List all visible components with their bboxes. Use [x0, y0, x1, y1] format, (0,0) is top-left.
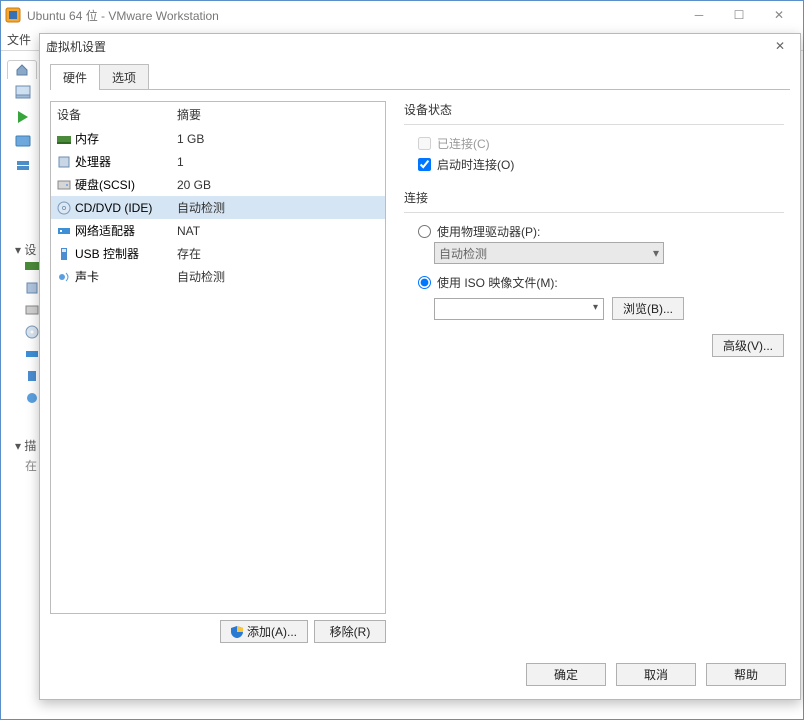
ok-button[interactable]: 确定	[526, 663, 606, 686]
settings-icon[interactable]	[15, 157, 31, 173]
hw-summary: 存在	[177, 245, 201, 262]
nic-icon	[25, 347, 39, 361]
add-hardware-button[interactable]: 添加(A)...	[220, 620, 308, 643]
mem-icon	[25, 259, 39, 273]
left-toolbar	[5, 85, 41, 173]
hw-name: USB 控制器	[75, 245, 139, 262]
connected-checkbox: 已连接(C)	[404, 133, 784, 154]
tab-home[interactable]	[7, 60, 37, 79]
hardware-row[interactable]: 网络适配器 NAT	[51, 219, 385, 242]
cancel-button[interactable]: 取消	[616, 663, 696, 686]
use-physical-radio[interactable]: 使用物理驱动器(P):	[404, 221, 784, 242]
cpu-icon	[57, 155, 71, 169]
hw-summary: 1 GB	[177, 132, 204, 146]
connected-input	[418, 137, 431, 150]
dialog-footer: 确定 取消 帮助	[40, 653, 800, 698]
vm-settings-dialog: 虚拟机设置 ✕ 硬件 选项 设备 摘要 内存 1 GB 处理器 1 硬盘(SCSI) 20…	[39, 33, 801, 700]
use-iso-input[interactable]	[418, 276, 431, 289]
help-button[interactable]: 帮助	[706, 663, 786, 686]
hardware-row[interactable]: 硬盘(SCSI) 20 GB	[51, 173, 385, 196]
device-status-group: 设备状态 已连接(C) 启动时连接(O)	[404, 101, 784, 175]
close-button[interactable]: ✕	[759, 3, 799, 27]
hardware-header: 设备 摘要	[51, 102, 385, 127]
col-summary: 摘要	[177, 106, 201, 123]
connection-group: 连接 使用物理驱动器(P): 自动检测 ▾ 使用 ISO 映像文件(M):	[404, 189, 784, 357]
hardware-pane: 设备 摘要 内存 1 GB 处理器 1 硬盘(SCSI) 20 GB CD/DVD (IDE…	[50, 101, 386, 643]
hdd-icon	[25, 303, 39, 317]
cd-icon	[25, 325, 39, 339]
hardware-row[interactable]: 内存 1 GB	[51, 127, 385, 150]
dialog-tabs: 硬件 选项	[50, 64, 790, 90]
home-icon	[16, 64, 28, 76]
hw-summary: 自动检测	[177, 268, 225, 285]
hardware-row[interactable]: 声卡 自动检测	[51, 265, 385, 288]
use-physical-input[interactable]	[418, 225, 431, 238]
settings-pane: 设备状态 已连接(C) 启动时连接(O) 连接 使用物理驱动器(P):	[398, 101, 790, 643]
dialog-tabline	[50, 89, 790, 90]
memory-icon	[57, 132, 71, 146]
hw-name: 处理器	[75, 153, 111, 170]
hw-summary: NAT	[177, 224, 200, 238]
nic-icon	[57, 224, 71, 238]
chevron-down-icon: ▾	[653, 246, 659, 260]
use-iso-radio[interactable]: 使用 ISO 映像文件(M):	[404, 272, 784, 293]
menu-file[interactable]: 文件	[7, 31, 31, 48]
hardware-row[interactable]: USB 控制器 存在	[51, 242, 385, 265]
play-icon[interactable]	[15, 109, 31, 125]
remove-hardware-button[interactable]: 移除(R)	[314, 620, 386, 643]
hardware-buttons: 添加(A)... 移除(R)	[50, 620, 386, 643]
library-icon[interactable]	[15, 85, 31, 101]
dialog-close-button[interactable]: ✕	[766, 39, 794, 53]
connect-at-poweron-checkbox[interactable]: 启动时连接(O)	[404, 154, 784, 175]
advanced-row: 高级(V)...	[404, 334, 784, 357]
hw-name: 声卡	[75, 268, 99, 285]
usb2-icon	[25, 369, 39, 383]
section-desc: ▾ 描	[15, 437, 36, 454]
iso-path-input[interactable]	[434, 298, 604, 320]
dialog-body: 设备 摘要 内存 1 GB 处理器 1 硬盘(SCSI) 20 GB CD/DVD (IDE…	[40, 91, 800, 653]
browse-button[interactable]: 浏览(B)...	[612, 297, 684, 320]
tab-hardware[interactable]: 硬件	[50, 64, 100, 90]
hw-name: 网络适配器	[75, 222, 135, 239]
dialog-titlebar: 虚拟机设置 ✕	[40, 34, 800, 58]
uac-shield-icon	[231, 626, 243, 638]
dialog-title: 虚拟机设置	[46, 38, 766, 55]
hw-name: 内存	[75, 130, 99, 147]
hardware-list[interactable]: 设备 摘要 内存 1 GB 处理器 1 硬盘(SCSI) 20 GB CD/DVD (IDE…	[50, 101, 386, 614]
hw-name: 硬盘(SCSI)	[75, 176, 135, 193]
hdd-icon	[57, 178, 71, 192]
hardware-row[interactable]: 处理器 1	[51, 150, 385, 173]
col-device: 设备	[57, 106, 177, 123]
sound-icon	[57, 270, 71, 284]
minimize-button[interactable]: ─	[679, 3, 719, 27]
connection-title: 连接	[404, 189, 784, 206]
main-titlebar: Ubuntu 64 位 - VMware Workstation ─ ☐ ✕	[1, 1, 803, 29]
cd-icon	[57, 201, 71, 215]
at-label: 在	[25, 457, 37, 474]
iso-path-wrap	[434, 298, 604, 320]
cpu-icon	[25, 281, 39, 295]
connect-at-poweron-input[interactable]	[418, 158, 431, 171]
snd-icon	[25, 391, 39, 405]
physical-drive-combo: 自动检测 ▾	[434, 242, 664, 264]
device-status-title: 设备状态	[404, 101, 784, 118]
usb-icon	[57, 247, 71, 261]
hardware-row[interactable]: CD/DVD (IDE) 自动检测	[51, 196, 385, 219]
iso-path-row: 浏览(B)...	[434, 297, 784, 320]
maximize-button[interactable]: ☐	[719, 3, 759, 27]
hw-summary: 1	[177, 155, 184, 169]
advanced-button[interactable]: 高级(V)...	[712, 334, 784, 357]
snapshot-icon[interactable]	[15, 133, 31, 149]
hw-summary: 自动检测	[177, 199, 225, 216]
hw-summary: 20 GB	[177, 178, 211, 192]
main-title: Ubuntu 64 位 - VMware Workstation	[27, 7, 679, 24]
section-devices: ▾ 设	[15, 241, 36, 258]
vmware-icon	[5, 7, 21, 23]
hw-name: CD/DVD (IDE)	[75, 201, 152, 215]
left-device-icons	[25, 259, 39, 405]
tab-options[interactable]: 选项	[99, 64, 149, 90]
